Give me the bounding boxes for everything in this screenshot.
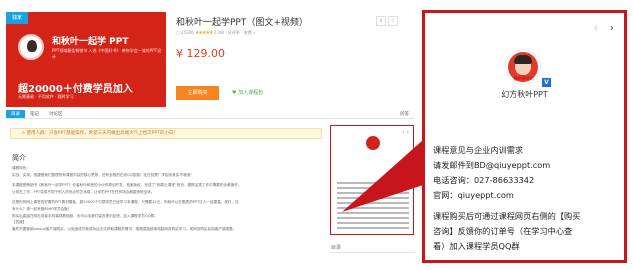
mini-author-avatar bbox=[366, 136, 380, 150]
chevron-left-icon[interactable]: ‹ bbox=[594, 21, 598, 34]
course-cover-image[interactable]: 独家 和秋叶一起学 PPT PPT领域最佳畅销书 入选《中国好书》 带你学会一流… bbox=[6, 12, 166, 107]
rating-stars-icon: ★★★★★ bbox=[195, 30, 213, 36]
author-avatar bbox=[18, 34, 44, 60]
intro-line: 有什么？请一起来做8090学员会聚！ bbox=[12, 206, 72, 211]
verified-badge-icon: V bbox=[542, 78, 551, 87]
favorite-star-icon[interactable]: ☆ bbox=[388, 16, 398, 26]
contact-website: 官网：qiuyeppt.com bbox=[433, 190, 514, 200]
course-action-icons: ⇧ ☆ bbox=[376, 16, 398, 26]
contact-email: 请发邮件到BD@qiuyeppt.com bbox=[433, 160, 551, 170]
intro-line: 最终不要使用iphone客户端购买，以免造成付款成功后无法获取课程的情况，推荐直… bbox=[12, 226, 237, 231]
divider bbox=[331, 252, 415, 253]
course-price: ¥ 129.00 bbox=[176, 47, 225, 60]
note-line: 咨询】反馈你的订单号（在学习中心查 bbox=[433, 226, 573, 236]
author-info-panel: ‹ › 秋叶PPT V 幻方秋叶PPT 课程意见与企业内训需求 请发邮件到BD@… bbox=[422, 10, 627, 263]
audience-notice: ⚠ 使用人群：只会PPT基础操作，希望三天内做出高端大气上档次PPT的小白！ bbox=[10, 128, 322, 139]
course-tabs: 目录 笔记 讨论区 问答 bbox=[6, 110, 414, 119]
author-name: 幻方秋叶PPT bbox=[501, 90, 548, 99]
intro-line: 让你在工作，PPT变成不同于别人的亮点的艺术感，让你的PPT在任何场合都能惊艳全… bbox=[12, 189, 155, 194]
tab-catalog[interactable]: 目录 bbox=[6, 110, 25, 118]
meta-stats: 2.3W · 好评率 · 收费 ✓ bbox=[213, 30, 257, 35]
note-line: 课程购买后可通过课程网页右侧的【购买 bbox=[433, 211, 581, 221]
author-logo[interactable]: 秋叶PPT bbox=[505, 49, 541, 85]
purchase-note: 课程购买后可通过课程网页右侧的【购买 咨询】反馈你的订单号（在学习中心查 看）加… bbox=[433, 209, 623, 254]
course-title: 和秋叶一起学PPT（图文+视频） bbox=[176, 18, 308, 28]
author-mini-card: ‹ › bbox=[330, 125, 414, 235]
carousel-arrows: ‹ › bbox=[594, 21, 614, 34]
contact-phone: 电话咨询：027-86633342 bbox=[433, 175, 535, 185]
cover-tagline: 无需基础 · 不用软件 · 随时学习 bbox=[18, 94, 74, 99]
course-meta: ▢ 25306 ★★★★★ 2.3W · 好评率 · 收费 ✓ bbox=[176, 30, 256, 36]
cover-subtitle: PPT领域最佳畅销书 入选《中国好书》 带你学会一流的PPT设计 bbox=[52, 48, 162, 59]
intro-line: 本课程是畅销书《和秋叶一起学PPT》作者秋叶和他的小伙伴原创开发，独家版权，完成… bbox=[12, 183, 242, 188]
tab-discussion[interactable]: 讨论区 bbox=[44, 110, 68, 118]
intro-line: 购买后直接在网页或者手机端观看视频，也可以给我们留言提问反馈，加入课程学员QQ群… bbox=[12, 213, 158, 218]
contact-info: 课程意见与企业内训需求 请发邮件到BD@qiuyeppt.com 电话咨询：02… bbox=[433, 143, 623, 203]
meta-views: ▢ 25306 bbox=[176, 30, 194, 35]
tab-notes[interactable]: 笔记 bbox=[25, 110, 44, 118]
mini-card-text bbox=[337, 182, 409, 232]
logo-mark-text: 秋叶PPT bbox=[513, 77, 533, 82]
cover-brand-text: 和秋叶一起学 PPT bbox=[52, 37, 129, 47]
tab-qa[interactable]: 问答 bbox=[395, 110, 414, 118]
contact-line: 课程意见与企业内训需求 bbox=[433, 145, 524, 155]
exclusive-badge: 独家 bbox=[6, 12, 28, 24]
intro-line: 课程特色： bbox=[12, 166, 30, 170]
chevron-right-icon[interactable]: › bbox=[610, 21, 614, 34]
share-icon[interactable]: ⇧ bbox=[376, 16, 386, 26]
sidebar-catalog-label: 目录 bbox=[331, 245, 342, 251]
intro-heading: 简介 bbox=[12, 154, 26, 162]
buy-now-button[interactable]: 立即购买 bbox=[176, 86, 219, 100]
intro-line: 【答疑】 bbox=[12, 220, 27, 225]
intro-text: 课程特色： 实战，实用，快捷是我们整理所有课程内容的核心思想，还有全程的在线QQ… bbox=[12, 165, 317, 232]
course-page: 独家 和秋叶一起学 PPT PPT领域最佳畅销书 入选《中国好书》 带你学会一流… bbox=[0, 0, 420, 270]
add-to-package-link[interactable]: ♥ 加入课程包 bbox=[232, 89, 263, 96]
intro-line: 实战，实用，快捷是我们整理所有课程内容的核心思想，还有全程的在线QQ答疑！还在犹… bbox=[12, 172, 194, 177]
cover-student-count: 超20000＋付费学员加入 bbox=[18, 84, 133, 95]
intro-line: 这是你的网上课堂的好看的PPT素材模板，超20000个付费学员已经学习本课程，只… bbox=[12, 200, 239, 205]
note-line: 看）加入课程学员QQ群 bbox=[433, 241, 520, 251]
mini-carousel-arrows-icon[interactable]: ‹ › bbox=[402, 129, 409, 136]
